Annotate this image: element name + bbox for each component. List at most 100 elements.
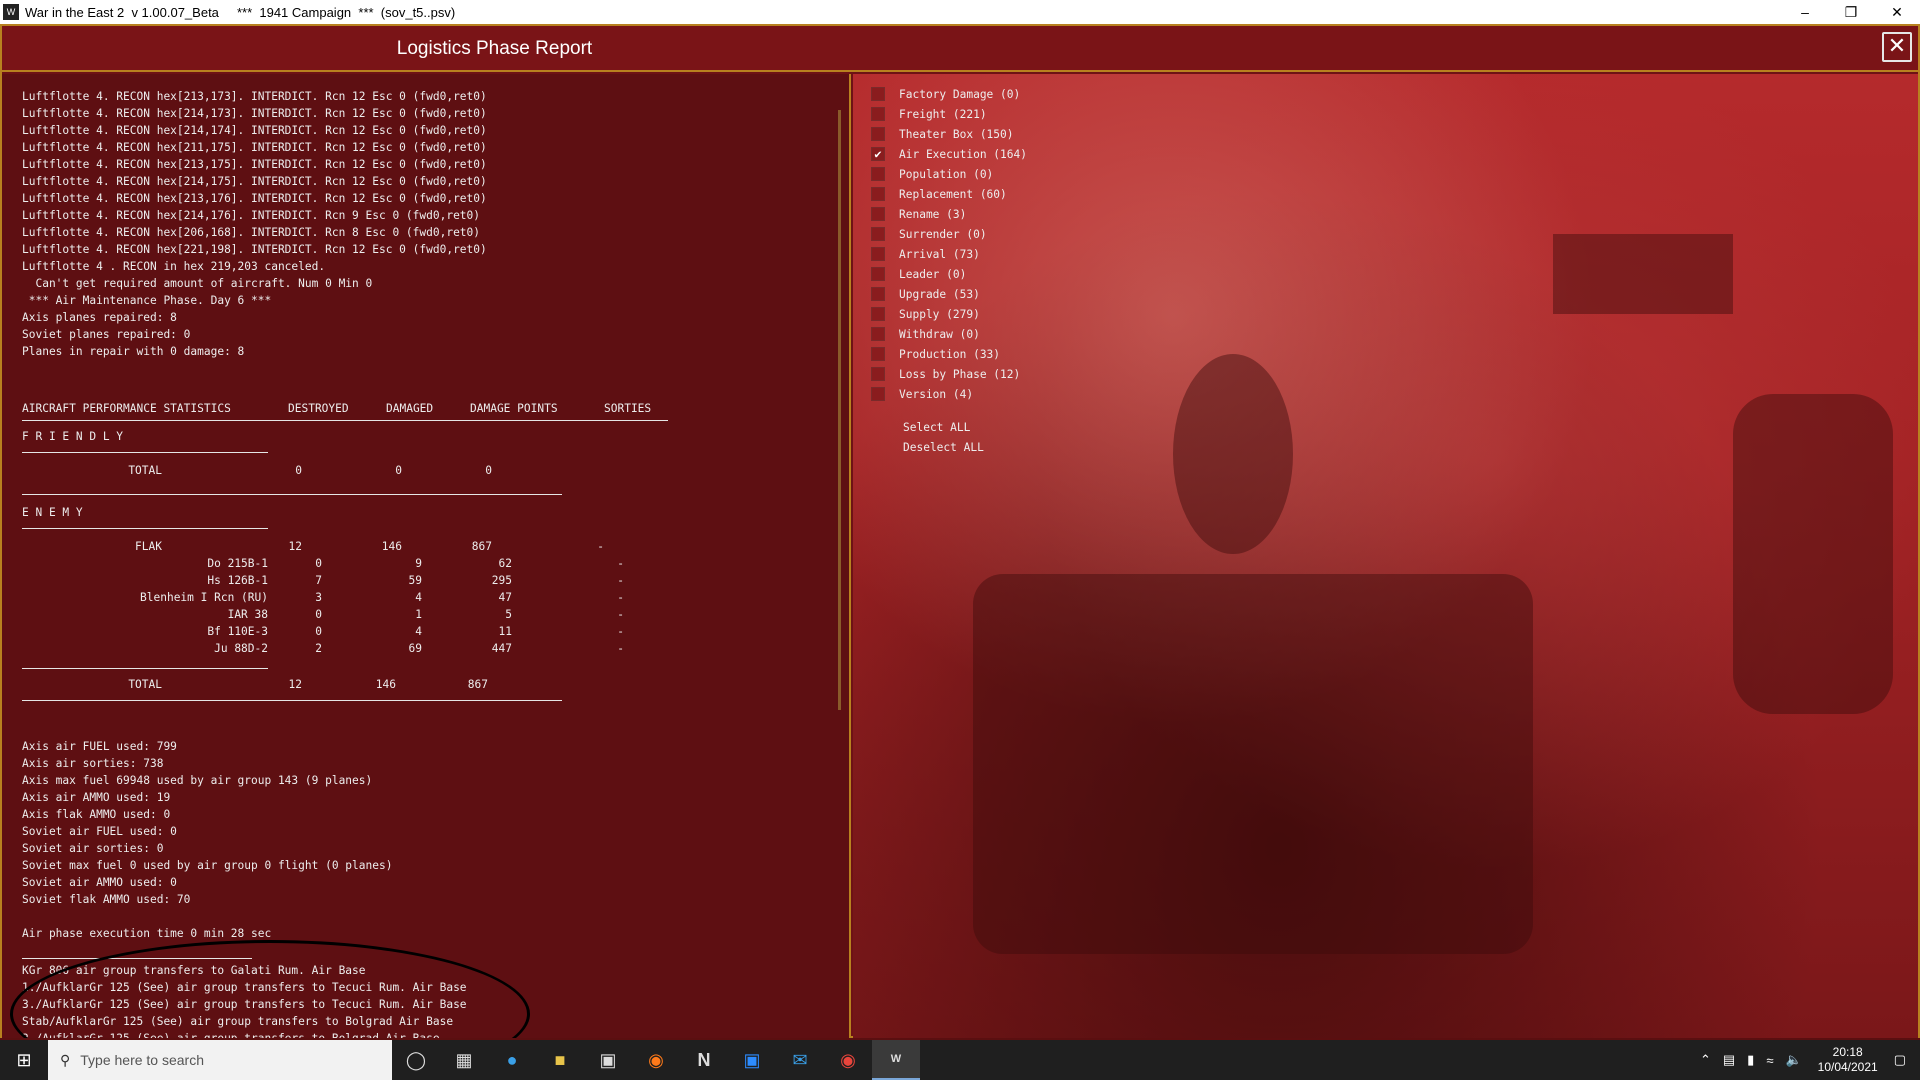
checkbox-icon[interactable] — [871, 187, 885, 201]
background-photo-tank — [1553, 234, 1733, 314]
checkbox-icon[interactable] — [871, 167, 885, 181]
checkbox-icon[interactable] — [871, 107, 885, 121]
filter-row[interactable]: Factory Damage (0) — [871, 84, 1027, 104]
flak-sorties: - — [597, 540, 604, 553]
network-device-icon[interactable]: ▤ — [1723, 1052, 1735, 1068]
log-line: Luftflotte 4 . RECON in hex 219,203 canc… — [22, 260, 326, 273]
aircraft-points: 295 — [491, 574, 512, 587]
edge-icon[interactable]: ● — [488, 1040, 536, 1080]
log-scrollbar[interactable] — [838, 110, 841, 710]
filter-row[interactable]: Theater Box (150) — [871, 124, 1027, 144]
filter-label: Factory Damage (0) — [899, 87, 1021, 101]
filter-row[interactable]: Arrival (73) — [871, 244, 1027, 264]
checkbox-icon[interactable] — [871, 207, 885, 221]
enemy-total-points: 867 — [467, 678, 488, 691]
restore-button[interactable]: ❐ — [1828, 0, 1874, 24]
report-window: Logistics Phase Report ✕ Luftflotte 4. R… — [0, 24, 1920, 1038]
filter-row[interactable]: Replacement (60) — [871, 184, 1027, 204]
log-line: Planes in repair with 0 damage: 8 — [22, 345, 245, 358]
filter-row[interactable]: Loss by Phase (12) — [871, 364, 1027, 384]
table-divider — [22, 528, 268, 529]
checkbox-icon[interactable] — [871, 287, 885, 301]
filter-label: Replacement (60) — [899, 187, 1007, 201]
stats-column-header: DESTROYED — [288, 402, 349, 415]
aircraft-destroyed: 2 — [315, 642, 322, 655]
clock-date: 10/04/2021 — [1817, 1060, 1878, 1074]
filter-row[interactable]: Version (4) — [871, 384, 1027, 404]
aircraft-name: IAR 38 — [227, 608, 268, 621]
battery-icon[interactable]: ▮ — [1747, 1052, 1754, 1068]
aircraft-damaged: 4 — [415, 591, 422, 604]
background-photo — [1173, 354, 1293, 554]
aircraft-sorties: - — [617, 574, 624, 587]
filter-label: Supply (279) — [899, 307, 980, 321]
witw2-app-icon[interactable]: W — [872, 1040, 920, 1080]
filter-row[interactable]: Freight (221) — [871, 104, 1027, 124]
cortana-icon[interactable]: ◯ — [392, 1040, 440, 1080]
checkbox-icon[interactable] — [871, 327, 885, 341]
notion-icon[interactable]: N — [680, 1040, 728, 1080]
taskbar-clock[interactable]: 20:18 10/04/2021 — [1818, 1045, 1878, 1075]
log-line: Soviet planes repaired: 0 — [22, 328, 191, 341]
chevron-up-icon[interactable]: ⌃ — [1700, 1052, 1711, 1068]
friendly-section-label: F R I E N D L Y — [22, 430, 124, 443]
summary-line — [22, 908, 392, 925]
annotation-circle — [10, 940, 530, 1038]
log-line: Luftflotte 4. RECON hex[211,175]. INTERD… — [22, 141, 487, 154]
checkbox-icon[interactable] — [871, 227, 885, 241]
notifications-icon[interactable]: ▢ — [1894, 1052, 1906, 1068]
filter-row[interactable]: Surrender (0) — [871, 224, 1027, 244]
filter-row[interactable]: Population (0) — [871, 164, 1027, 184]
mail-icon[interactable]: ✉ — [776, 1040, 824, 1080]
filter-label: Theater Box (150) — [899, 127, 1014, 141]
log-line: Luftflotte 4. RECON hex[206,168]. INTERD… — [22, 226, 481, 239]
friendly-total-destroyed: 0 — [295, 464, 302, 477]
flak-destroyed: 12 — [288, 540, 302, 553]
file-explorer-icon[interactable]: ■ — [536, 1040, 584, 1080]
zoom-icon[interactable]: ▣ — [728, 1040, 776, 1080]
flak-damaged: 146 — [381, 540, 402, 553]
filter-row[interactable]: Rename (3) — [871, 204, 1027, 224]
checkbox-icon[interactable] — [871, 87, 885, 101]
deselect-all-link[interactable]: Deselect ALL — [903, 438, 984, 458]
filter-row[interactable]: Supply (279) — [871, 304, 1027, 324]
report-log-pane[interactable]: Luftflotte 4. RECON hex[213,173]. INTERD… — [2, 74, 851, 1038]
taskbar-search-box[interactable]: ⚲ Type here to search — [48, 1040, 392, 1080]
aircraft-destroyed: 3 — [315, 591, 322, 604]
filter-row[interactable]: Upgrade (53) — [871, 284, 1027, 304]
stats-column-header: DAMAGE POINTS — [470, 402, 558, 415]
window-titlebar: W War in the East 2 v 1.00.07_Beta *** 1… — [0, 0, 1920, 24]
task-view-icon[interactable]: ▦ — [440, 1040, 488, 1080]
filter-label: Leader (0) — [899, 267, 967, 281]
window-close-button[interactable]: ✕ — [1874, 0, 1920, 24]
enemy-total-label: TOTAL — [128, 678, 162, 691]
filter-row[interactable]: Production (33) — [871, 344, 1027, 364]
checkbox-icon[interactable] — [871, 347, 885, 361]
windows-start-icon[interactable]: ⊞ — [0, 1040, 48, 1080]
checkbox-icon[interactable] — [871, 387, 885, 401]
window-title: War in the East 2 v 1.00.07_Beta *** 194… — [25, 4, 456, 20]
checkbox-icon[interactable] — [871, 127, 885, 141]
filter-row[interactable]: Leader (0) — [871, 264, 1027, 284]
aircraft-points: 47 — [498, 591, 512, 604]
firefox-icon[interactable]: ◉ — [632, 1040, 680, 1080]
table-divider — [22, 452, 268, 453]
filter-label: Rename (3) — [899, 207, 967, 221]
wifi-icon[interactable]: ≈ — [1766, 1053, 1773, 1068]
report-close-button[interactable]: ✕ — [1882, 32, 1912, 62]
checkbox-icon[interactable] — [871, 307, 885, 321]
filter-row[interactable]: Withdraw (0) — [871, 324, 1027, 344]
minimize-button[interactable]: – — [1782, 0, 1828, 24]
volume-icon[interactable]: 🔈 — [1785, 1052, 1801, 1068]
checkbox-checked-icon[interactable]: ✔ — [871, 147, 885, 161]
checkbox-icon[interactable] — [871, 367, 885, 381]
chrome-icon[interactable]: ◉ — [824, 1040, 872, 1080]
store-icon[interactable]: ▣ — [584, 1040, 632, 1080]
window-controls: – ❐ ✕ — [1782, 0, 1920, 24]
checkbox-icon[interactable] — [871, 247, 885, 261]
select-all-link[interactable]: Select ALL — [903, 418, 984, 438]
checkbox-icon[interactable] — [871, 267, 885, 281]
table-divider — [22, 700, 562, 701]
filter-row[interactable]: ✔ Air Execution (164) — [871, 144, 1027, 164]
aircraft-destroyed: 0 — [315, 608, 322, 621]
